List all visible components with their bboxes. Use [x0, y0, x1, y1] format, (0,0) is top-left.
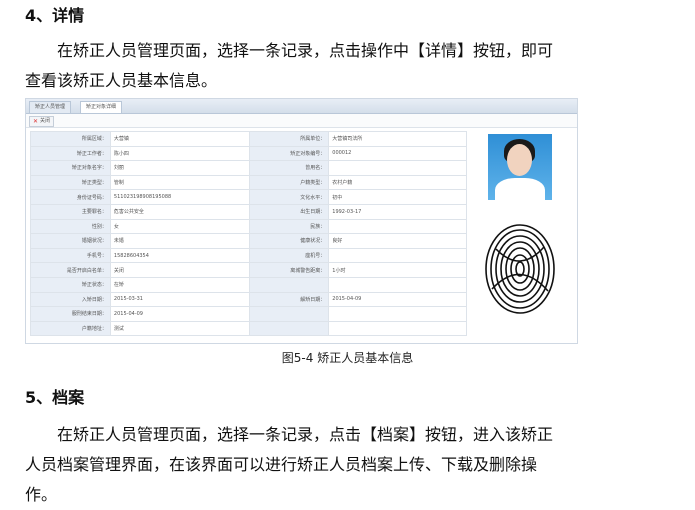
- field-label: 主要罪名：: [30, 203, 111, 220]
- section-4-line-2: 查看该矫正人员基本信息。: [25, 71, 218, 90]
- field-value: 1小时: [328, 262, 467, 278]
- close-button-label: 关闭: [40, 118, 51, 124]
- field-label: 户籍地址：: [30, 320, 111, 337]
- field-label: 矫正工作者：: [30, 145, 111, 162]
- id-photo: [488, 134, 552, 200]
- field-value: [328, 306, 467, 322]
- field-label: 婚姻状况：: [30, 233, 111, 249]
- section-4-heading: 4、详情: [25, 6, 85, 25]
- field-label: 身份证号码：: [30, 189, 111, 205]
- field-label: [248, 276, 330, 293]
- section-5-line-3: 作。: [25, 485, 58, 504]
- field-value: 良好: [328, 233, 467, 249]
- field-label: 矫正对象编号：: [248, 145, 330, 162]
- tab-bar: 矫正人员管理 矫正对象详细: [26, 99, 577, 114]
- field-value: 刘丽: [109, 160, 250, 176]
- field-value: 2015-03-31: [109, 291, 250, 308]
- fingerprint-icon: [485, 224, 555, 314]
- field-label: 所属单位：: [248, 131, 330, 147]
- section-5-paragraph: 在矫正人员管理页面，选择一条记录，点击【档案】按钮，进入该矫正 人员档案管理界面…: [25, 420, 585, 510]
- field-label: 所属区域：: [30, 131, 111, 147]
- form-row: 入矫日期： 2015-03-31 解矫日期： 2015-04-09: [30, 291, 467, 308]
- form-row: 矫正状态： 在矫: [30, 276, 467, 293]
- field-label: 解矫日期：: [248, 291, 330, 308]
- close-icon: ✕: [33, 118, 39, 125]
- field-label: 入矫日期：: [30, 291, 111, 308]
- field-label: [248, 306, 330, 322]
- field-value: 初中: [328, 189, 467, 205]
- field-label: 是否开启白名单：: [30, 262, 111, 278]
- field-label: 矫正类型：: [30, 174, 111, 191]
- form-row: 是否开启白名单： 关闭 离城警告距离： 1小时: [30, 262, 467, 278]
- section-4-line-1: 在矫正人员管理页面，选择一条记录，点击操作中【详情】按钮，即可: [57, 41, 554, 60]
- field-value: [328, 160, 467, 176]
- field-value: [328, 218, 467, 235]
- form-row: 婚姻状况： 未婚 健康状况： 良好: [30, 233, 467, 249]
- form-row: 所属区域： 大营镇 所属单位： 大营镇司法所: [30, 131, 467, 147]
- field-label: 离城警告距离：: [248, 262, 330, 278]
- field-label: 手机号：: [30, 247, 111, 264]
- section-4-paragraph: 在矫正人员管理页面，选择一条记录，点击操作中【详情】按钮，即可 查看该矫正人员基…: [25, 36, 585, 96]
- detail-form: 所属区域： 大营镇 所属单位： 大营镇司法所 矫正工作者： 陈小四 矫正对象编号： 00001…: [30, 131, 467, 337]
- field-value: [328, 247, 467, 264]
- form-row: 主要罪名： 危害公共安全 出生日期： 1992-03-17: [30, 203, 467, 220]
- form-row: 矫正类型： 管制 户籍类型： 农村户籍: [30, 174, 467, 191]
- field-value: 2015-04-09: [109, 306, 250, 322]
- field-value: 15828604354: [109, 247, 250, 264]
- field-value: 女: [109, 218, 250, 235]
- form-row: 户籍地址： 测试: [30, 320, 467, 337]
- field-label: 性别：: [30, 218, 111, 235]
- field-label: 出生日期：: [248, 203, 330, 220]
- field-value: 2015-04-09: [328, 291, 467, 308]
- field-value: 大营镇司法所: [328, 131, 467, 147]
- field-value: 在矫: [109, 276, 250, 293]
- field-value: 测试: [109, 320, 250, 337]
- field-label: [248, 320, 330, 337]
- field-label: 服刑结束日期：: [30, 306, 111, 322]
- field-value: [328, 276, 467, 293]
- form-row: 性别：女民族：: [30, 218, 467, 235]
- section-5-line-2: 人员档案管理界面，在该界面可以进行矫正人员档案上传、下载及删除操: [25, 455, 538, 474]
- field-value: 管制: [109, 174, 250, 191]
- form-row: 服刑结束日期： 2015-04-09: [30, 306, 467, 322]
- figure-caption: 图5-4 矫正人员基本信息: [281, 351, 414, 365]
- field-label: 民族：: [248, 218, 330, 235]
- field-value: 农村户籍: [328, 174, 467, 191]
- tab-corrections-management[interactable]: 矫正人员管理: [29, 101, 72, 113]
- field-value: 511023198908195088: [109, 189, 250, 205]
- field-value: 000012: [328, 145, 467, 162]
- toolbar: ✕ 关闭: [26, 114, 577, 128]
- field-label: 文化水平：: [248, 189, 330, 205]
- form-row: 身份证号码： 511023198908195088 文化水平： 初中: [30, 189, 467, 205]
- field-label: 座机号：: [248, 247, 330, 264]
- field-value: [328, 320, 467, 337]
- field-value: 危害公共安全: [109, 203, 250, 220]
- form-row: 矫正对象名字： 刘丽 曾用名：: [30, 160, 467, 176]
- form-row: 手机号： 15828604354 座机号：: [30, 247, 467, 264]
- field-value: 未婚: [109, 233, 250, 249]
- field-label: 健康状况：: [248, 233, 330, 249]
- field-label: 矫正对象名字：: [30, 160, 111, 176]
- field-value: 关闭: [109, 262, 250, 278]
- field-label: 曾用名：: [248, 160, 330, 176]
- tab-person-detail[interactable]: 矫正对象详细: [80, 101, 123, 113]
- section-5-heading: 5、档案: [25, 388, 85, 407]
- field-value: 1992-03-17: [328, 203, 467, 220]
- close-button[interactable]: ✕ 关闭: [29, 116, 55, 127]
- field-value: 大营镇: [109, 131, 250, 147]
- field-label: 户籍类型：: [248, 174, 330, 191]
- form-row: 矫正工作者： 陈小四 矫正对象编号： 000012: [30, 145, 467, 162]
- section-5-line-1: 在矫正人员管理页面，选择一条记录，点击【档案】按钮，进入该矫正: [57, 425, 554, 444]
- field-label: 矫正状态：: [30, 276, 111, 293]
- detail-screenshot: 矫正人员管理 矫正对象详细 ✕ 关闭 所属区域： 大营镇 所属单位： 大营镇司法所 矫正…: [25, 98, 578, 344]
- field-value: 陈小四: [109, 145, 250, 162]
